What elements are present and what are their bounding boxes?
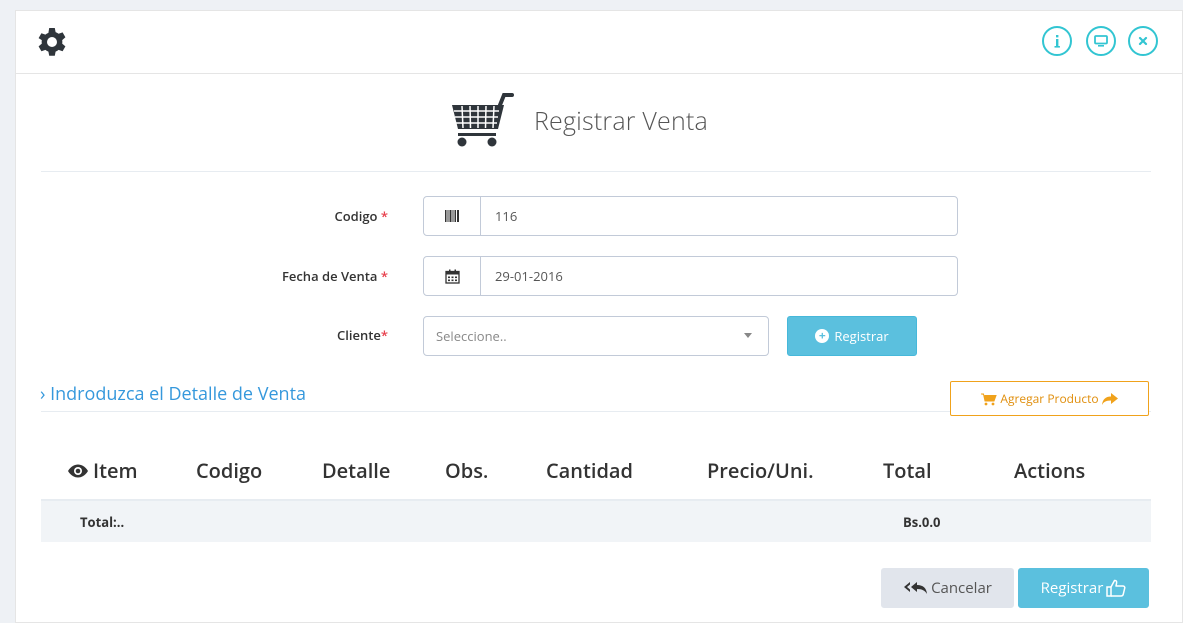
column-header-cantidad: Cantidad: [546, 457, 633, 484]
detail-table: Item Codigo Detalle Obs. Cantidad Precio…: [41, 443, 1151, 542]
barcode-icon: [445, 210, 459, 222]
modal-dialog: Registrar Venta Codigo * Fecha de Venta …: [15, 10, 1183, 623]
info-icon: [1054, 35, 1060, 48]
cancel-button[interactable]: Cancelar: [881, 568, 1014, 608]
page-title-text: Registrar Venta: [534, 104, 708, 138]
cliente-select[interactable]: Seleccione..: [423, 316, 769, 356]
table-header: Item Codigo Detalle Obs. Cantidad Precio…: [41, 443, 1151, 501]
plus-circle-icon: +: [815, 329, 830, 343]
column-header-total: Total: [883, 457, 932, 484]
codigo-field: [423, 196, 958, 236]
share-arrow-icon: [1101, 392, 1118, 405]
modal-header: [16, 11, 1182, 74]
table-total-row: Total:.. Bs.0.0: [41, 501, 1151, 542]
codigo-label: Codigo *: [334, 207, 388, 225]
cart-icon: [981, 393, 998, 405]
fecha-label: Fecha de Venta *: [281, 267, 388, 285]
caret-down-icon: [744, 333, 752, 338]
page-title: Registrar Venta: [440, 91, 708, 151]
cliente-select-placeholder: Seleccione..: [436, 327, 507, 345]
fecha-addon: [424, 257, 481, 295]
gear-icon[interactable]: [34, 24, 70, 60]
shopping-cart-icon: [442, 93, 514, 147]
required-mark: *: [380, 326, 388, 344]
codigo-input[interactable]: [481, 197, 957, 235]
close-icon: [1138, 36, 1148, 46]
required-mark: *: [380, 267, 388, 285]
codigo-addon: [424, 197, 481, 235]
fecha-input[interactable]: [481, 257, 957, 295]
required-mark: *: [380, 207, 388, 225]
column-header-codigo: Codigo: [196, 457, 263, 484]
column-header-actions: Actions: [1014, 457, 1086, 484]
info-button[interactable]: [1042, 26, 1072, 56]
column-header-detalle: Detalle: [322, 457, 391, 484]
calendar-icon: [444, 269, 460, 284]
fullscreen-button[interactable]: [1086, 26, 1116, 56]
add-product-button[interactable]: Agregar Producto: [950, 381, 1149, 416]
title-divider: [41, 171, 1151, 172]
detail-section-title: › Indroduzca el Detalle de Venta: [40, 382, 307, 406]
monitor-icon: [1094, 35, 1108, 47]
close-button[interactable]: [1128, 26, 1158, 56]
column-header-obs: Obs.: [445, 457, 489, 484]
cliente-label: Cliente*: [337, 326, 388, 344]
fecha-field: [423, 256, 958, 296]
total-label: Total:..: [80, 513, 125, 531]
column-header-precio: Precio/Uni.: [707, 457, 814, 484]
eye-icon: [68, 464, 88, 477]
reply-all-icon: [904, 582, 928, 594]
submit-button[interactable]: Registrar: [1018, 568, 1149, 608]
register-client-button[interactable]: + Registrar: [787, 316, 917, 356]
total-value: Bs.0.0: [903, 513, 941, 531]
thumbs-up-icon: [1106, 579, 1126, 597]
column-header-item: Item: [67, 457, 138, 484]
